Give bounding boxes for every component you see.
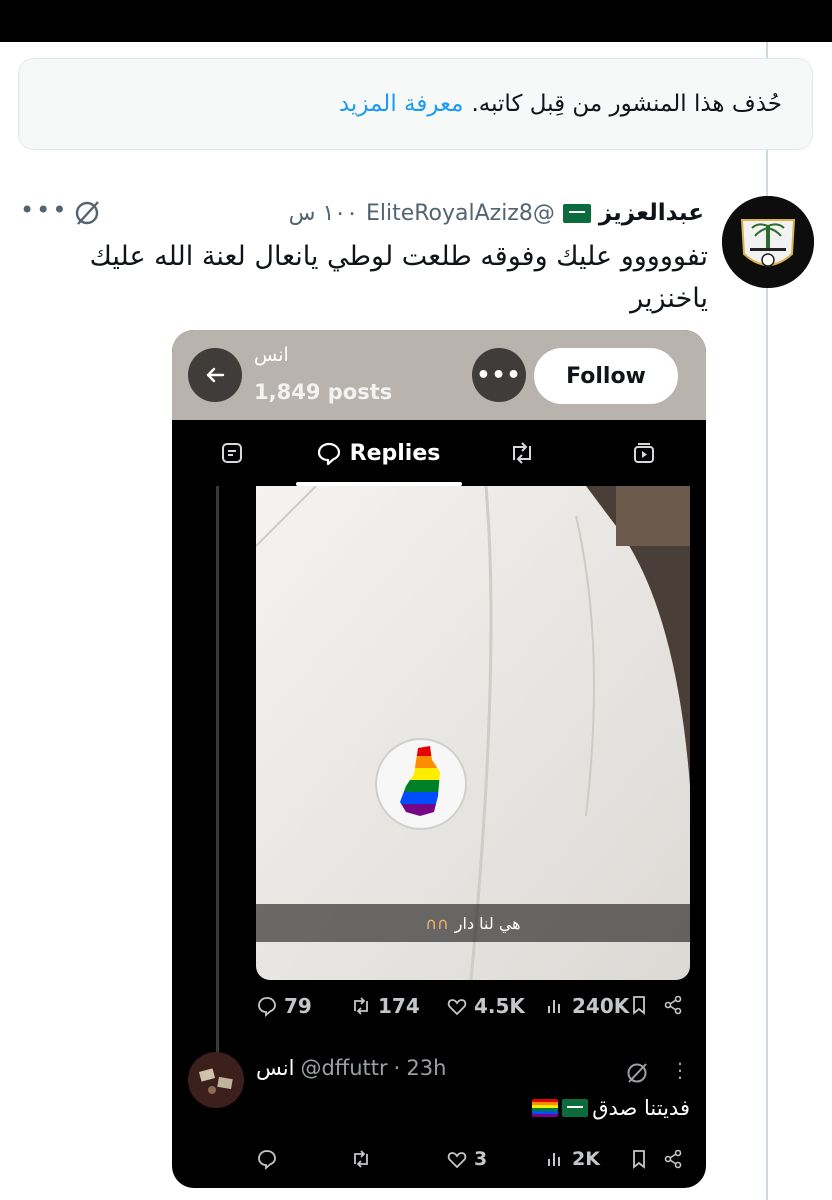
tab-posts[interactable] (202, 420, 262, 486)
media-icon (634, 443, 654, 463)
repost-icon (513, 442, 531, 464)
reply-text-content: فديتنا صدق (592, 1096, 690, 1120)
like-count-button[interactable]: 4.5K (446, 994, 525, 1018)
posts-icon (222, 443, 242, 463)
profile-name: انس (254, 344, 289, 366)
reply-text: فديتنا صدق (532, 1096, 690, 1120)
reply-header: انس @dffuttr · 23h (256, 1056, 446, 1080)
reply-share-button[interactable] (662, 1148, 684, 1170)
tab-reposts[interactable] (492, 420, 552, 486)
reply-avatar-photo (188, 1052, 244, 1108)
bookmark-button[interactable] (628, 994, 650, 1016)
reply-count-button[interactable]: 79 (256, 994, 312, 1018)
reply-icon (258, 997, 276, 1017)
reply-stats: 3 2K (256, 1148, 696, 1178)
share-icon (664, 1149, 682, 1169)
grok-icon[interactable] (72, 198, 102, 228)
rainbow-flag-icon (532, 1099, 559, 1117)
reply-like-count: 3 (474, 1148, 488, 1170)
tab-replies-label: Replies (349, 440, 441, 466)
reply-time: 23h (406, 1056, 447, 1080)
view-count: 240K (572, 994, 630, 1018)
like-count: 4.5K (474, 994, 525, 1018)
reply-avatar[interactable] (188, 1052, 244, 1108)
heart-icon (447, 999, 467, 1016)
reply-more-icon[interactable]: ⋮ (670, 1058, 690, 1082)
heart-hands-icon: ∩∩ (425, 913, 449, 933)
profile-tabs: Replies (172, 420, 706, 486)
reply-repost-button[interactable] (350, 1148, 372, 1170)
post-time: ١٠٠ س (288, 200, 358, 226)
club-logo-icon (722, 196, 814, 288)
post-header: عبدالعزيز @EliteRoyalAziz8 ١٠٠ س (289, 196, 704, 230)
reply-separator: · (393, 1056, 401, 1080)
repost-icon (354, 997, 368, 1015)
notice-text: حُذف هذا المنشور من قِبل كاتبه. (471, 91, 782, 117)
grok-icon[interactable] (624, 1060, 650, 1086)
reply-author-name[interactable]: انس (256, 1056, 294, 1080)
repost-icon (354, 1150, 368, 1168)
bookmark-icon (633, 996, 645, 1015)
back-arrow-icon (206, 367, 225, 383)
reply-count: 79 (284, 994, 312, 1018)
tab-media[interactable] (614, 420, 674, 486)
post-text: تفووووو عليك وفوقه طلعت لوطي يانعال لعنة… (89, 241, 708, 314)
learn-more-link[interactable]: معرفة المزيد (339, 91, 464, 117)
views-icon (548, 1153, 560, 1166)
reply-bubble-icon (317, 442, 340, 466)
heart-icon (447, 1152, 467, 1169)
share-icon (664, 995, 682, 1015)
posts-count: 1,849 posts (254, 380, 393, 404)
status-bar (0, 0, 832, 42)
views-icon (548, 1000, 560, 1013)
profile-header: انس 1,849 posts ••• Follow (172, 330, 706, 420)
repost-count: 174 (378, 994, 420, 1018)
profile-more-button[interactable]: ••• (472, 348, 526, 402)
repost-count-button[interactable]: 174 (350, 994, 420, 1018)
author-name[interactable]: عبدالعزيز (599, 200, 704, 226)
saudi-flag-icon (562, 203, 591, 223)
reply-view-count: 2K (572, 1148, 600, 1170)
bookmark-icon (633, 1150, 645, 1169)
back-button[interactable] (188, 348, 242, 402)
deleted-post-notice: حُذف هذا المنشور من قِبل كاتبه. معرفة ال… (18, 58, 813, 150)
media-caption: هي لنا دار ∩∩ (256, 904, 690, 942)
share-button[interactable] (662, 994, 684, 1016)
reply-icon (258, 1150, 276, 1170)
saudi-flag-icon (562, 1099, 589, 1117)
post-media[interactable]: هي لنا دار ∩∩ (256, 486, 690, 980)
tab-replies[interactable]: Replies (294, 420, 462, 486)
reply-bookmark-button[interactable] (628, 1148, 650, 1170)
view-count-button[interactable]: 240K (544, 994, 629, 1018)
post-stats: 79 174 4.5K 240K (256, 994, 696, 1024)
follow-button[interactable]: Follow (534, 348, 678, 404)
more-options-icon[interactable]: ••• (20, 196, 68, 224)
reply-thread-line (216, 486, 219, 1058)
reply-author-handle[interactable]: @dffuttr (300, 1056, 387, 1080)
reply-view-button[interactable]: 2K (544, 1148, 600, 1170)
media-caption-text: هي لنا دار (454, 913, 521, 933)
author-handle[interactable]: @EliteRoyalAziz8 (366, 201, 555, 226)
avatar[interactable] (722, 196, 814, 288)
reply-like-button[interactable]: 3 (446, 1148, 487, 1170)
embedded-screenshot[interactable]: انس 1,849 posts ••• Follow Replies هي لن… (172, 330, 706, 1188)
reply-reply-button[interactable] (256, 1148, 278, 1170)
